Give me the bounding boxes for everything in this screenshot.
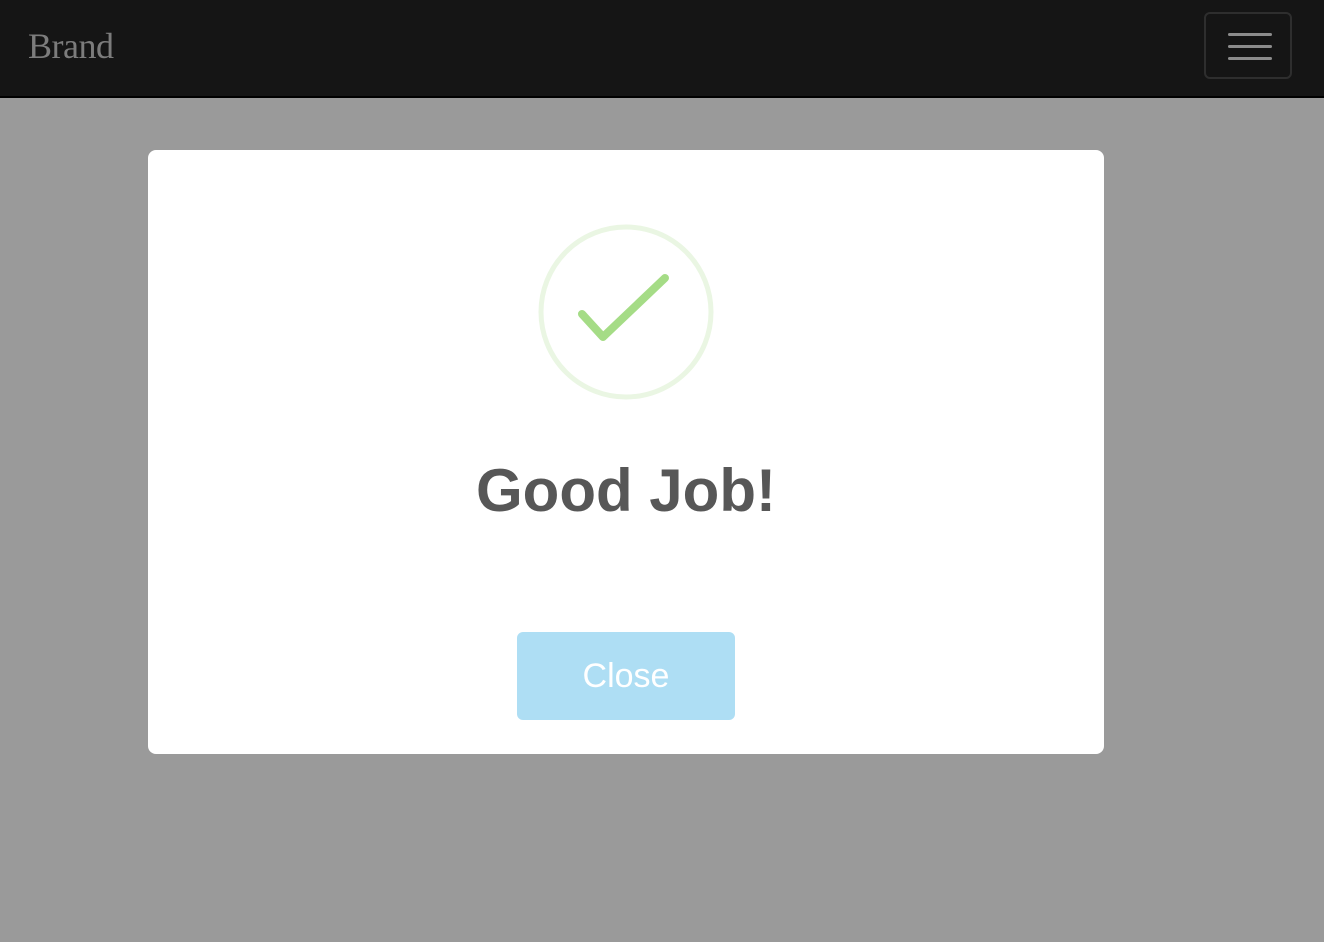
success-modal: Good Job! Close bbox=[148, 150, 1104, 754]
navbar: Brand bbox=[0, 0, 1324, 98]
menu-toggle-button[interactable] bbox=[1204, 12, 1292, 79]
close-button[interactable]: Close bbox=[517, 632, 735, 720]
brand-logo[interactable]: Brand bbox=[28, 24, 114, 68]
modal-title: Good Job! bbox=[476, 457, 776, 524]
check-circle-icon bbox=[538, 224, 714, 400]
